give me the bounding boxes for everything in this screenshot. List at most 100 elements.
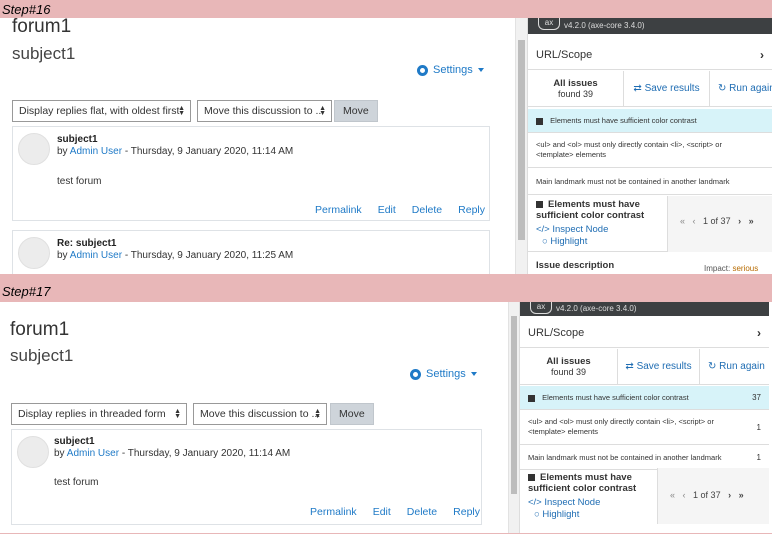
run-again-label: Run again: [719, 361, 765, 372]
axe-devtools-panel: ax v4.2.0 (axe-core 3.4.0) URL/Scope › A…: [519, 302, 769, 533]
prev-page-icon[interactable]: ‹: [683, 490, 686, 500]
author-link[interactable]: Admin User: [70, 250, 122, 261]
issue-count: 37: [752, 393, 761, 402]
caret-down-icon: [477, 68, 484, 72]
by-label: by: [54, 448, 65, 459]
post-body: test forum: [57, 176, 102, 187]
axe-core-version: (axe-core 3.4.0): [580, 304, 637, 313]
by-label: by: [57, 146, 68, 157]
display-mode-select[interactable]: Display replies in threaded form ▲ ▼: [11, 403, 187, 425]
issue-text: Elements must have sufficient color cont…: [542, 393, 689, 402]
axe-version: v4.2.0: [564, 21, 586, 30]
edit-link[interactable]: Edit: [373, 506, 391, 518]
settings-menu[interactable]: Settings: [410, 368, 477, 380]
all-issues-dropdown[interactable]: All issues found 39: [520, 349, 618, 384]
step-16-screenshot: forum1 subject1 Settings Display replies…: [0, 18, 772, 274]
axe-devtools-panel: ax v4.2.0 (axe-core 3.4.0) URL/Scope › A…: [527, 18, 772, 274]
run-again-button[interactable]: ↻ Run again: [700, 349, 769, 384]
issue-item[interactable]: Main landmark must not be contained in a…: [520, 446, 769, 470]
flag-icon: [528, 473, 535, 481]
delete-link[interactable]: Delete: [412, 204, 442, 216]
run-again-label: Run again: [729, 83, 772, 94]
settings-menu[interactable]: Settings: [417, 64, 484, 76]
issue-item[interactable]: Elements must have sufficient color cont…: [520, 386, 769, 410]
url-scope-label: URL/Scope: [536, 49, 593, 61]
pager-controls: « ‹ 1 of 37 › »: [680, 216, 754, 226]
permalink-link[interactable]: Permalink: [310, 506, 357, 518]
settings-label: Settings: [433, 64, 473, 76]
all-issues-label: All issues: [546, 356, 591, 367]
move-button[interactable]: Move: [334, 100, 378, 122]
post-subject: subject1: [54, 436, 95, 447]
first-page-icon[interactable]: «: [680, 216, 685, 226]
avatar[interactable]: [17, 436, 49, 468]
highlight-link[interactable]: ○ Highlight: [542, 236, 587, 247]
issue-item[interactable]: Main landmark must not be contained in a…: [528, 169, 772, 195]
move-discussion-select[interactable]: Move this discussion to ... ▲ ▼: [193, 403, 327, 425]
issue-pager: « ‹ 1 of 37 › »: [658, 468, 769, 524]
inspect-node-link[interactable]: </> Inspect Node: [536, 224, 608, 235]
axe-logo-icon: ax: [538, 18, 560, 30]
url-scope-label: URL/Scope: [528, 327, 585, 339]
last-page-icon[interactable]: »: [739, 490, 744, 500]
edit-link[interactable]: Edit: [378, 204, 396, 216]
pager-text: 1 of 37: [693, 490, 721, 500]
by-label: by: [57, 250, 68, 261]
highlight-link[interactable]: ○ Highlight: [534, 509, 579, 520]
first-page-icon[interactable]: «: [670, 490, 675, 500]
url-scope-row[interactable]: URL/Scope ›: [520, 318, 769, 348]
reply-link[interactable]: Reply: [453, 506, 480, 518]
forum-post: subject1 by Admin User - Thursday, 9 Jan…: [11, 429, 482, 525]
save-results-button[interactable]: ⇄ Save results: [624, 71, 710, 106]
inspect-node-link[interactable]: </> Inspect Node: [528, 497, 600, 508]
url-scope-row[interactable]: URL/Scope ›: [528, 40, 772, 70]
forum-page: forum1 subject1 Settings Display replies…: [0, 302, 508, 533]
save-results-button[interactable]: ⇄ Save results: [618, 349, 700, 384]
highlight-label: Highlight: [542, 509, 580, 520]
issue-item[interactable]: <ul> and <ol> must only directly contain…: [528, 134, 772, 168]
gear-icon: [410, 368, 421, 380]
reply-link[interactable]: Reply: [458, 204, 485, 216]
issue-count: 1: [756, 453, 761, 462]
issue-pager: « ‹ 1 of 37 › »: [668, 196, 772, 252]
next-page-icon[interactable]: ›: [728, 490, 731, 500]
permalink-link[interactable]: Permalink: [315, 204, 362, 216]
move-discussion-select[interactable]: Move this discussion to ... ▲ ▼: [197, 100, 332, 122]
prev-page-icon[interactable]: ‹: [693, 216, 696, 226]
discussion-title: subject1: [12, 44, 76, 63]
move-discussion-value: Move this discussion to ...: [200, 408, 321, 420]
axe-header: ax v4.2.0 (axe-core 3.4.0): [520, 302, 769, 316]
run-again-button[interactable]: ↻ Run again: [710, 71, 772, 106]
next-page-icon[interactable]: ›: [738, 216, 741, 226]
avatar[interactable]: [18, 237, 50, 269]
issue-item[interactable]: <ul> and <ol> must only directly contain…: [520, 411, 769, 445]
scrollbar-thumb[interactable]: [511, 316, 517, 494]
issue-detail-title-text: Elements must have sufficient color cont…: [528, 472, 637, 494]
post-actions: Permalink Edit Delete Reply: [315, 204, 485, 216]
scrollbar[interactable]: [515, 18, 527, 274]
scrollbar-thumb[interactable]: [518, 40, 525, 240]
author-link[interactable]: Admin User: [70, 146, 122, 157]
select-arrows-icon: ▲ ▼: [178, 105, 185, 117]
move-button[interactable]: Move: [330, 403, 374, 425]
caret-down-icon: [470, 372, 477, 376]
all-issues-dropdown[interactable]: All issues found 39: [528, 71, 624, 106]
scrollbar[interactable]: [508, 302, 519, 533]
avatar[interactable]: [18, 133, 50, 165]
last-page-icon[interactable]: »: [749, 216, 754, 226]
forum-post: subject1 by Admin User - Thursday, 9 Jan…: [12, 126, 490, 221]
step-17-screenshot: forum1 subject1 Settings Display replies…: [0, 302, 772, 533]
display-mode-select[interactable]: Display replies flat, with oldest first …: [12, 100, 191, 122]
chevron-right-icon: ›: [757, 326, 761, 340]
select-arrows-icon: ▲ ▼: [174, 408, 181, 420]
author-link[interactable]: Admin User: [67, 448, 119, 459]
issues-found-count: found 39: [550, 367, 587, 377]
issue-detail-title-text: Elements must have sufficient color cont…: [536, 199, 645, 221]
impact-label: Impact: serious: [704, 264, 758, 273]
issue-item[interactable]: Elements must have sufficient color cont…: [528, 109, 772, 133]
axe-version: v4.2.0: [556, 304, 578, 313]
pager-controls: « ‹ 1 of 37 › »: [670, 490, 744, 500]
impact-text: Impact:: [704, 264, 731, 273]
refresh-icon: ↻: [718, 83, 727, 94]
delete-link[interactable]: Delete: [407, 506, 437, 518]
